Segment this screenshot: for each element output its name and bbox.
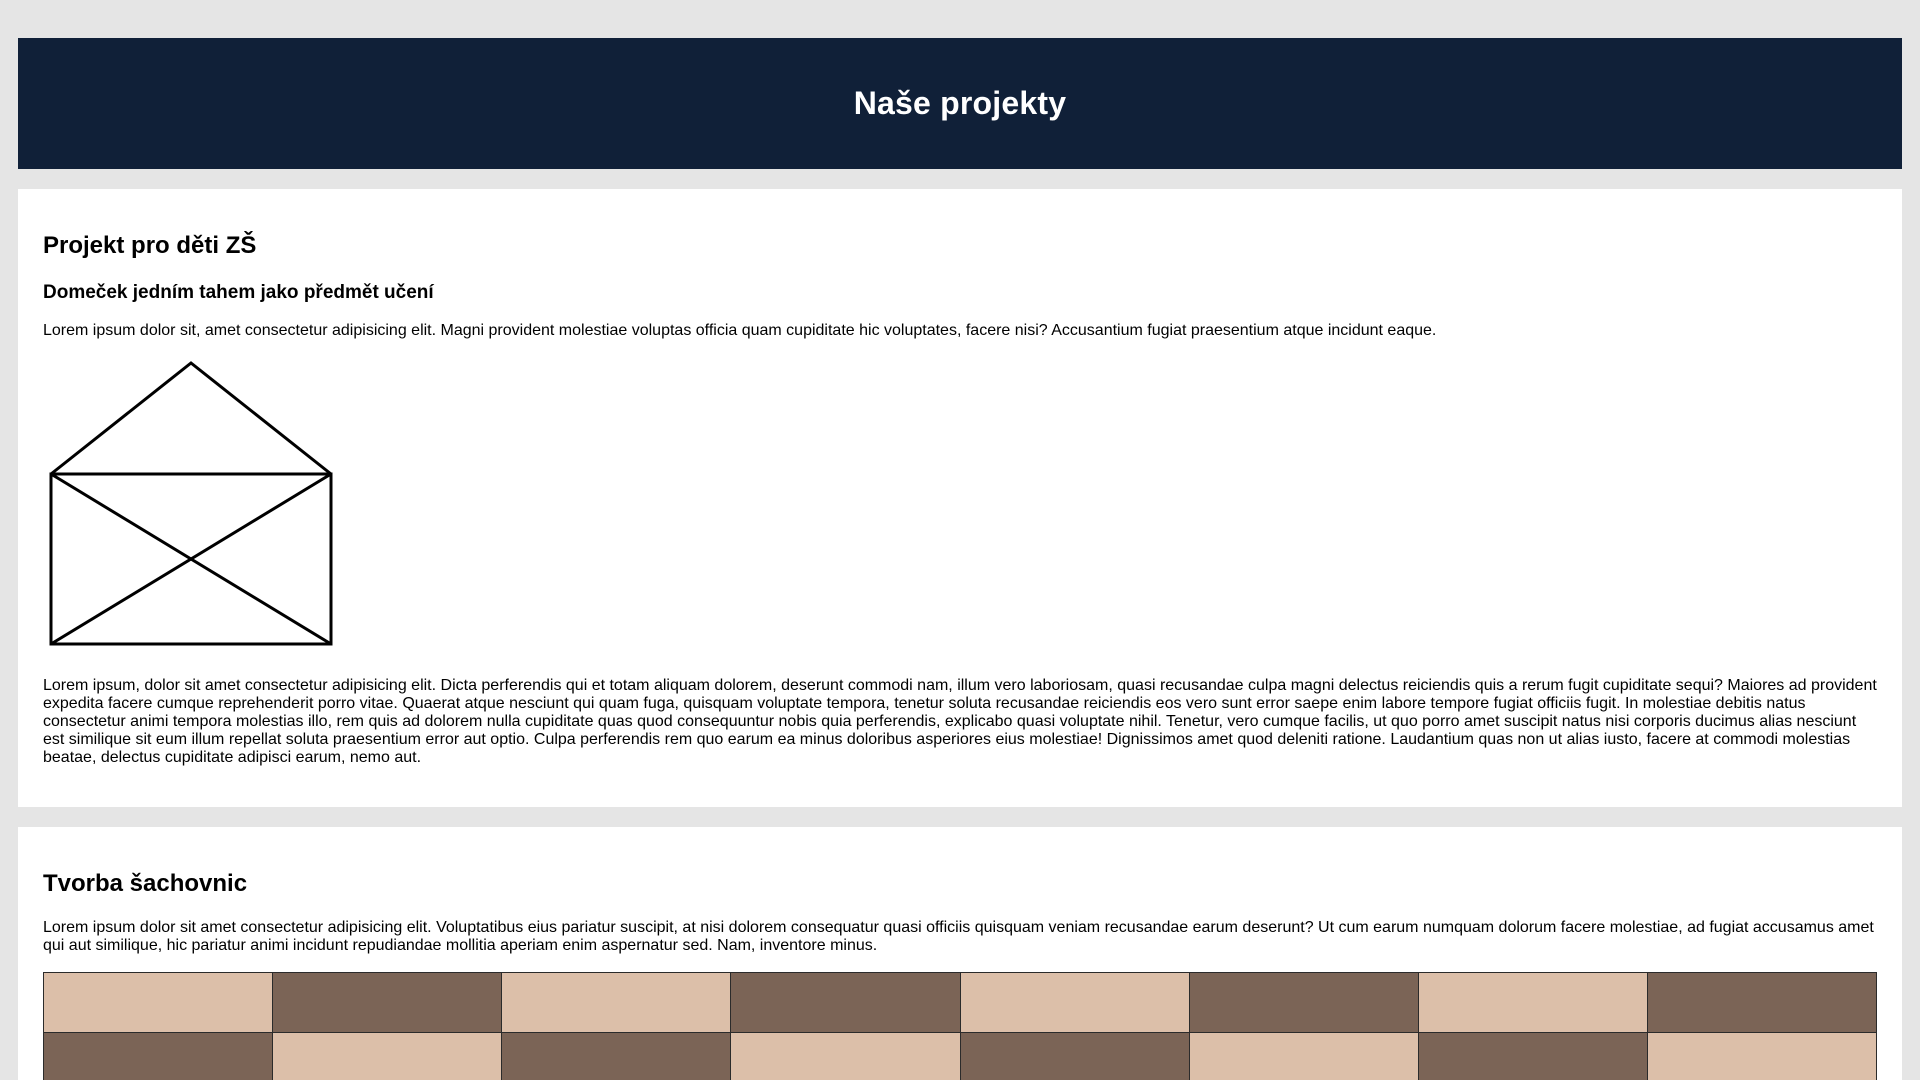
chessboard-dark-square xyxy=(1646,972,1878,1033)
chessboard-dark-square xyxy=(959,1031,1190,1080)
chessboard-dark-square xyxy=(730,972,961,1033)
chessboard-light-square xyxy=(1417,972,1648,1033)
chessboard-dark-square xyxy=(501,1031,732,1080)
chessboard-light-square xyxy=(501,972,732,1033)
chessboard xyxy=(42,972,1878,1080)
project-card-chessboard: Tvorba šachovnic Lorem ipsum dolor sit a… xyxy=(18,827,1902,1080)
chessboard-light-square xyxy=(1646,1031,1878,1080)
project-title: Projekt pro děti ZŠ xyxy=(43,232,257,259)
project-intro-text: Lorem ipsum dolor sit amet consectetur a… xyxy=(43,919,1874,954)
chessboard-light-square xyxy=(730,1031,961,1080)
chessboard-dark-square xyxy=(1417,1031,1648,1080)
project-intro-text: Lorem ipsum dolor sit, amet consectetur … xyxy=(43,322,1437,339)
project-subtitle: Domeček jedním tahem jako předmět učení xyxy=(43,282,434,303)
chessboard-light-square xyxy=(42,972,274,1033)
chessboard-light-square xyxy=(959,972,1190,1033)
chessboard-row xyxy=(42,1031,1878,1080)
page: Naše projekty Projekt pro děti ZŠ Domeče… xyxy=(0,0,1920,1080)
chessboard-dark-square xyxy=(272,972,503,1033)
page-header: Naše projekty xyxy=(18,38,1902,169)
project-card-house: Projekt pro děti ZŠ Domeček jedním tahem… xyxy=(18,189,1902,807)
house-roof-line xyxy=(50,361,332,476)
chessboard-dark-square xyxy=(1188,972,1419,1033)
page-title: Naše projekty xyxy=(853,85,1067,121)
project-body-text: Lorem ipsum, dolor sit amet consectetur … xyxy=(43,677,1877,766)
house-drawing xyxy=(49,361,333,646)
chessboard-dark-square xyxy=(42,1031,274,1080)
project-title: Tvorba šachovnic xyxy=(43,870,248,897)
chessboard-row xyxy=(42,972,1878,1033)
chessboard-light-square xyxy=(1188,1031,1419,1080)
chessboard-light-square xyxy=(272,1031,503,1080)
